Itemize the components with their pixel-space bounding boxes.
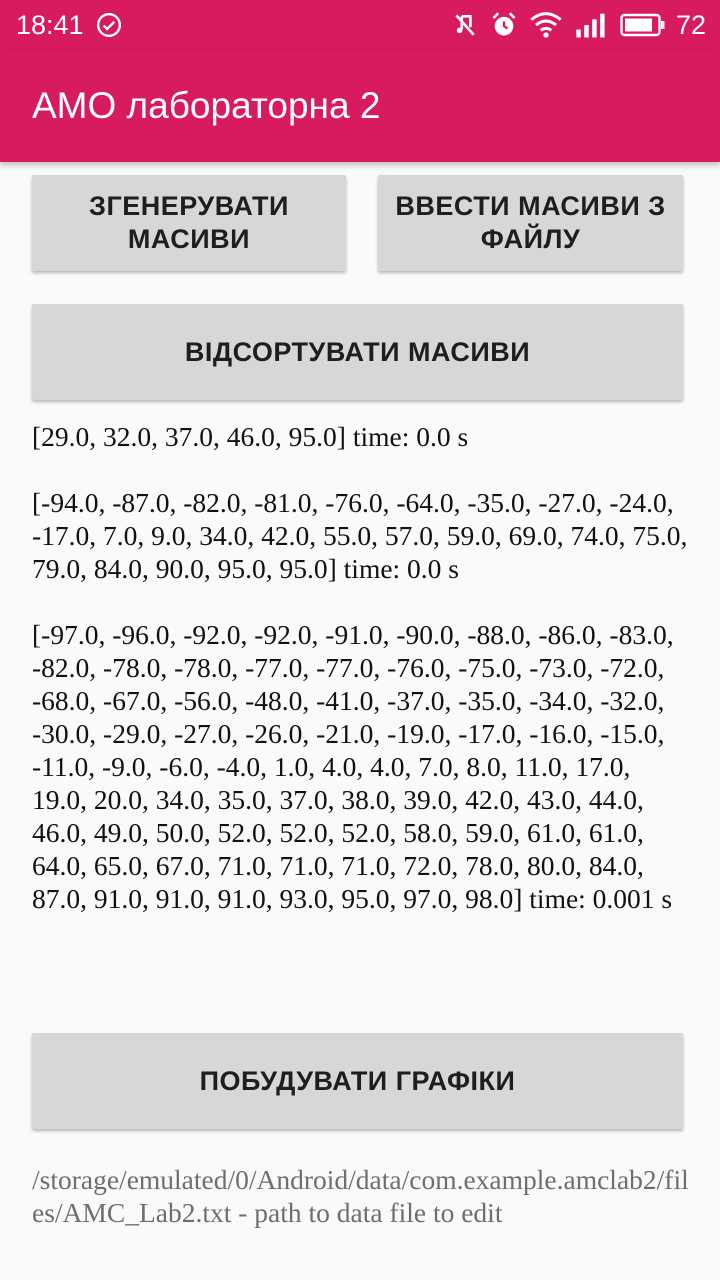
mute-icon bbox=[455, 14, 475, 36]
results-output: [29.0, 32.0, 37.0, 46.0, 95.0] time: 0.0… bbox=[32, 420, 692, 948]
battery-percentage: 72 bbox=[675, 9, 706, 40]
status-time: 18:41 bbox=[16, 9, 84, 40]
result-line: [-94.0, -87.0, -82.0, -81.0, -76.0, -64.… bbox=[32, 487, 688, 584]
load-from-file-button[interactable]: ВВЕСТИ МАСИВИ З ФАЙЛУ bbox=[378, 175, 683, 271]
app-title: AMO лабораторна 2 bbox=[32, 85, 381, 126]
signal-icon bbox=[576, 13, 605, 38]
data-file-path-text: /storage/emulated/0/Android/data/com.exa… bbox=[32, 1164, 689, 1228]
alarm-icon bbox=[492, 12, 516, 36]
wifi-icon bbox=[530, 12, 562, 38]
result-line: [-97.0, -96.0, -92.0, -92.0, -91.0, -90.… bbox=[32, 619, 674, 914]
generate-arrays-button[interactable]: ЗГЕНЕРУВАТИ МАСИВИ bbox=[32, 175, 346, 271]
sort-arrays-button[interactable]: ВІДСОРТУВАТИ МАСИВИ bbox=[32, 304, 683, 400]
check-circle-icon bbox=[96, 12, 121, 38]
result-line: [29.0, 32.0, 37.0, 46.0, 95.0] time: 0.0… bbox=[32, 421, 469, 452]
build-charts-button[interactable]: ПОБУДУВАТИ ГРАФІКИ bbox=[32, 1033, 683, 1129]
battery-icon bbox=[620, 13, 665, 37]
app-bar: AMO лабораторна 2 bbox=[0, 50, 720, 162]
status-bar: 18:41 72 bbox=[0, 0, 720, 50]
